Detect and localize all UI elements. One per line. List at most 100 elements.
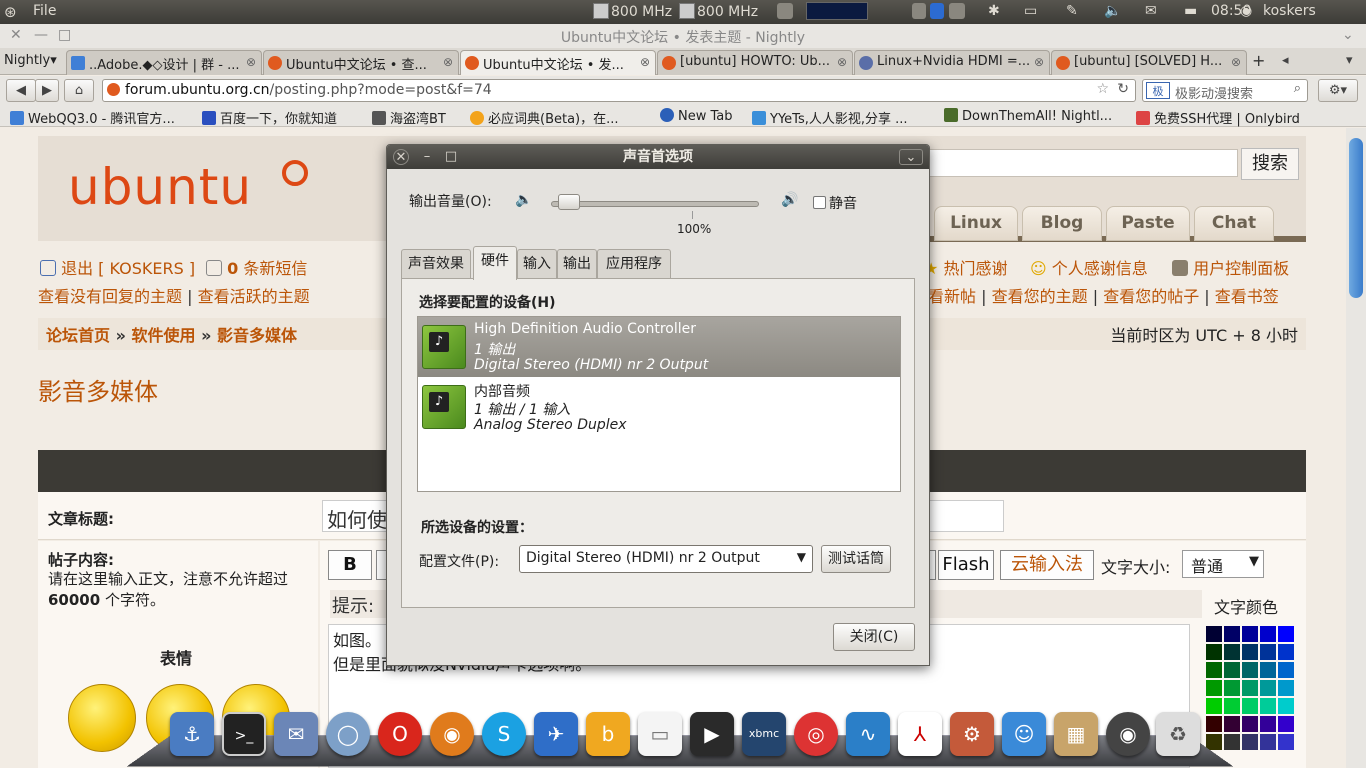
addons-menu-button[interactable]: ⚙▾ <box>1318 79 1358 102</box>
tab-applications[interactable]: 应用程序 <box>597 249 671 279</box>
network-tool-icon[interactable]: ⚙ <box>950 712 994 756</box>
palette-swatch[interactable] <box>1277 697 1295 715</box>
back-button[interactable]: ◀ <box>6 79 36 102</box>
palette-swatch[interactable] <box>1223 625 1241 643</box>
crumb-home[interactable]: 论坛首页 <box>46 326 110 345</box>
bookmark-webqq[interactable]: WebQQ3.0 - 腾讯官方... <box>10 108 175 127</box>
tab-hardware[interactable]: 硬件 <box>473 246 517 280</box>
forward-button[interactable]: ▶ <box>35 79 59 102</box>
mute-checkbox[interactable] <box>813 196 826 209</box>
palette-swatch[interactable] <box>1205 679 1223 697</box>
tab-sound-effects[interactable]: 声音效果 <box>401 249 471 279</box>
palette-swatch[interactable] <box>1259 679 1277 697</box>
forum-title[interactable]: 影音多媒体 <box>38 372 158 407</box>
nav-chat[interactable]: Chat <box>1194 206 1274 241</box>
tab-adobe[interactable]: ..Adobe.◆◇设计 | 群 - ... ⊗ <box>66 50 262 75</box>
palette-swatch[interactable] <box>1223 697 1241 715</box>
palette-swatch[interactable] <box>1223 733 1241 751</box>
bookmark-piratebay[interactable]: 海盗湾BT <box>372 108 446 127</box>
chevron-down-icon[interactable]: ⌄ <box>899 149 923 165</box>
hot-thanks-link[interactable]: ★ 热门感谢 <box>924 255 1007 279</box>
palette-swatch[interactable] <box>1205 661 1223 679</box>
palette-swatch[interactable] <box>1259 733 1277 751</box>
bluetooth-icon[interactable]: ✱ <box>988 3 1000 19</box>
cloud-ime-button[interactable]: 云输入法 <box>1000 550 1094 580</box>
anchor-icon[interactable]: ⚓ <box>170 712 214 756</box>
messenger-icon[interactable]: ☺ <box>1002 712 1046 756</box>
battery-icon[interactable]: ▬ <box>1184 3 1197 19</box>
system-monitor-icon[interactable] <box>806 2 868 20</box>
opera-icon[interactable]: O <box>378 712 422 756</box>
user-name[interactable]: koskers <box>1263 3 1316 19</box>
bookmark-baidu[interactable]: 百度一下，你就知道 <box>202 108 337 127</box>
private-messages-link[interactable]: 0 条新短信 <box>206 255 307 279</box>
bookmark-ssh[interactable]: 免费SSH代理 | Onlybird <box>1136 108 1300 127</box>
close-icon[interactable]: ✕ <box>393 149 409 165</box>
palette-swatch[interactable] <box>1259 625 1277 643</box>
bing-icon[interactable]: b <box>586 712 630 756</box>
tab-forum-post[interactable]: Ubuntu中文论坛 • 发... ⊗ <box>460 50 656 75</box>
site-search-input[interactable] <box>928 149 1238 177</box>
font-size-select[interactable]: 普通 ▼ <box>1182 550 1264 578</box>
close-icon[interactable]: ⊗ <box>1034 55 1044 69</box>
network-icon[interactable]: ▭ <box>1024 3 1037 19</box>
palette-swatch[interactable] <box>1223 643 1241 661</box>
video-player-icon[interactable]: ▶ <box>690 712 734 756</box>
test-microphone-button[interactable]: 测试话筒 <box>821 545 891 573</box>
palette-swatch[interactable] <box>1223 661 1241 679</box>
bookmark-bing-dict[interactable]: 必应词典(Beta)，在... <box>470 108 619 127</box>
close-icon[interactable]: ⊗ <box>443 55 453 69</box>
scrollbar-thumb[interactable] <box>1349 138 1363 298</box>
home-button[interactable]: ⌂ <box>64 79 94 102</box>
maximize-icon[interactable]: □ <box>443 149 459 165</box>
palette-swatch[interactable] <box>1277 715 1295 733</box>
scroll-left-icon[interactable]: ◂ <box>1282 53 1289 68</box>
palette-swatch[interactable] <box>1241 661 1259 679</box>
nightly-menu[interactable]: Nightly▾ <box>4 53 57 68</box>
palette-swatch[interactable] <box>1223 679 1241 697</box>
bird-icon[interactable]: ✈ <box>534 712 578 756</box>
palette-swatch[interactable] <box>1277 625 1295 643</box>
ubuntu-logo[interactable]: ubuntu <box>68 158 252 216</box>
archive-icon[interactable]: ▦ <box>1054 712 1098 756</box>
crumb-multimedia[interactable]: 影音多媒体 <box>217 326 297 345</box>
chevron-down-icon[interactable]: ⌄ <box>1342 27 1354 43</box>
pdf-icon[interactable]: ⅄ <box>898 712 942 756</box>
tab-forum-view[interactable]: Ubuntu中文论坛 • 查... ⊗ <box>263 50 459 75</box>
color-palette[interactable] <box>1205 625 1295 768</box>
link-your-posts[interactable]: 查看您的帖子 <box>1103 287 1199 306</box>
bookmark-star-icon[interactable]: ☆ <box>1096 81 1109 97</box>
search-input[interactable]: 极 极影动漫搜索 ⌕ <box>1142 79 1308 102</box>
minimize-icon[interactable]: – <box>419 149 435 165</box>
logout-link[interactable]: 退出 [ KOSKERS ] <box>40 255 195 279</box>
reload-icon[interactable]: ↻ <box>1117 81 1129 97</box>
palette-swatch[interactable] <box>1241 733 1259 751</box>
list-tabs-icon[interactable]: ▾ <box>1346 53 1353 68</box>
profile-select[interactable]: Digital Stereo (HDMI) nr 2 Output ▼ <box>519 545 813 573</box>
palette-swatch[interactable] <box>1259 661 1277 679</box>
xbmc-icon[interactable]: xbmc <box>742 712 786 756</box>
close-button[interactable]: 关闭(C) <box>833 623 915 651</box>
image-icon[interactable] <box>777 3 793 20</box>
speaker-icon[interactable]: ◉ <box>1106 712 1150 756</box>
bookmark-yyets[interactable]: YYeTs,人人影视,分享 ... <box>752 108 908 127</box>
document-icon[interactable]: ▭ <box>638 712 682 756</box>
tab-solved[interactable]: [ubuntu] [SOLVED] H... ⊗ <box>1051 50 1247 75</box>
my-thanks-link[interactable]: ☺ 个人感谢信息 <box>1030 255 1148 279</box>
palette-swatch[interactable] <box>1259 643 1277 661</box>
flash-button[interactable]: Flash <box>938 550 994 580</box>
palette-swatch[interactable] <box>1259 697 1277 715</box>
search-icon[interactable]: ⌕ <box>1294 81 1301 96</box>
volume-icon[interactable]: 🔈 <box>1104 3 1121 19</box>
search-engine-icon[interactable]: 极 <box>1146 82 1170 99</box>
link-active[interactable]: 查看活跃的主题 <box>198 287 310 306</box>
palette-swatch[interactable] <box>1241 697 1259 715</box>
page-scrollbar[interactable] <box>1346 128 1366 768</box>
new-tab-button[interactable]: + <box>1252 51 1265 70</box>
chrome-icon[interactable]: ◯ <box>326 712 370 756</box>
volume-slider[interactable] <box>551 201 759 207</box>
close-icon[interactable]: ⊗ <box>246 55 256 69</box>
volume-slider-thumb[interactable] <box>558 194 581 210</box>
palette-swatch[interactable] <box>1205 625 1223 643</box>
link-bookmarks[interactable]: 查看书签 <box>1215 287 1279 306</box>
